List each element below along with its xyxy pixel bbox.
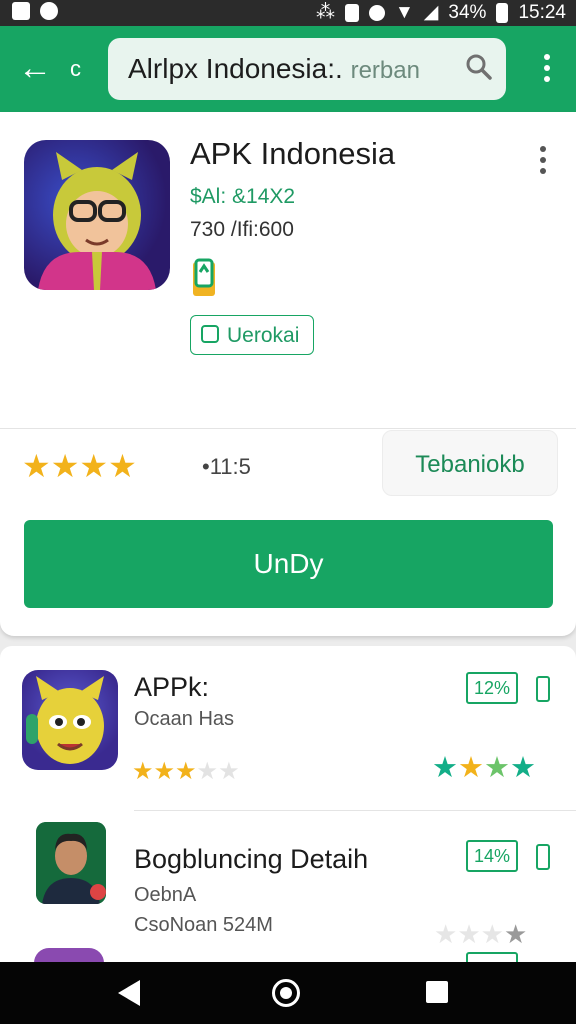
tag-chip[interactable]: Uerokai [190,315,314,355]
divider [134,810,576,811]
app-price: $Al: &14X2 [190,185,296,208]
star-icon: ★ [153,758,176,785]
bluetooth-icon: ⁂ [315,2,335,23]
star-icon: ★ [503,919,528,949]
list-item-subtitle: OebnA [134,884,197,906]
star-icon: ★ [79,448,109,484]
list-item-title: Bogbluncing Detaih [134,844,369,874]
install-button[interactable]: UnDy [24,520,553,608]
star-icon: ★ [480,919,504,949]
battery-percent: 34% [448,1,487,23]
star-icon: ★ [132,758,154,785]
more-vert-icon[interactable] [544,54,552,87]
alarm-icon [368,4,385,21]
star-icon: ★ [457,919,481,949]
nav-home-icon[interactable] [272,979,300,1007]
wifi-icon: ▼ [394,1,414,23]
app-icon[interactable] [24,140,170,290]
app-list: APPk: Ocaan Has 12% ★ ★ ★ ★ ★ ★ ★ ★ ★ Bo… [0,646,576,966]
refresh-icon[interactable]: c [70,56,81,82]
star-icon: ★ [22,448,51,484]
star-icon: ★ [196,758,219,785]
battery-icon [496,2,509,23]
search-icon[interactable] [466,54,492,80]
star-icon: ★ [175,758,197,785]
nav-recents-icon[interactable] [426,981,448,1003]
rating-stars: ★ ★ ★ ★ ★ [132,756,240,788]
more-options-icon[interactable] [540,146,546,179]
status-bar: ⁂ ▼ ◢ 34% 15:24 [0,0,576,26]
discount-badge: 14% [466,840,518,872]
search-field[interactable]: Alrlpx Indonesia:. rerban [108,38,506,100]
divider [0,428,576,429]
star-icon: ★ [108,448,137,484]
clock: 15:24 [518,1,566,23]
list-item-size: CsoNoan 524M [134,914,273,936]
list-item-icon [36,822,106,904]
app-size: 730 /Ifi:600 [190,218,294,241]
list-item-icon [22,670,118,770]
secondary-button[interactable]: Tebaniokb [382,430,558,496]
rating-stars-secondary: ★ ★ ★ ★ [432,752,536,784]
nav-back-icon[interactable] [118,980,140,1006]
star-icon: ★ [484,752,510,784]
notification-icon [12,2,30,20]
app-title: APK Indonesia [190,136,396,171]
vibrate-icon [344,3,359,22]
star-icon: ★ [434,919,458,949]
star-icon: ★ [432,752,458,784]
rating-stars: ★ ★ ★ ★ [22,450,137,482]
sync-icon [40,2,58,20]
navigation-bar [0,962,576,1024]
star-icon: ★ [458,752,484,784]
list-item-title: APPk: [134,672,210,702]
search-placeholder: rerban [350,57,420,84]
download-badge-icon [193,258,215,296]
app-bar: ← c Alrlpx Indonesia:. rerban [0,26,576,112]
rating-stars: ★ ★ ★ ★ [434,918,527,950]
download-icon[interactable] [536,676,550,702]
featured-app-card: APK Indonesia $Al: &14X2 730 /Ifi:600 Ue… [0,112,576,636]
discount-badge: 12% [466,672,518,704]
star-icon: ★ [218,758,240,785]
download-icon[interactable] [536,844,550,870]
search-input[interactable]: Alrlpx Indonesia:. [128,53,343,84]
signal-icon: ◢ [423,2,439,23]
chip-icon [201,325,219,343]
star-icon: ★ [50,448,80,484]
list-item-subtitle: Ocaan Has [134,708,235,730]
star-icon: ★ [510,752,536,784]
back-arrow-icon[interactable]: ← [18,48,52,88]
rating-value: •11:5 [202,454,251,479]
